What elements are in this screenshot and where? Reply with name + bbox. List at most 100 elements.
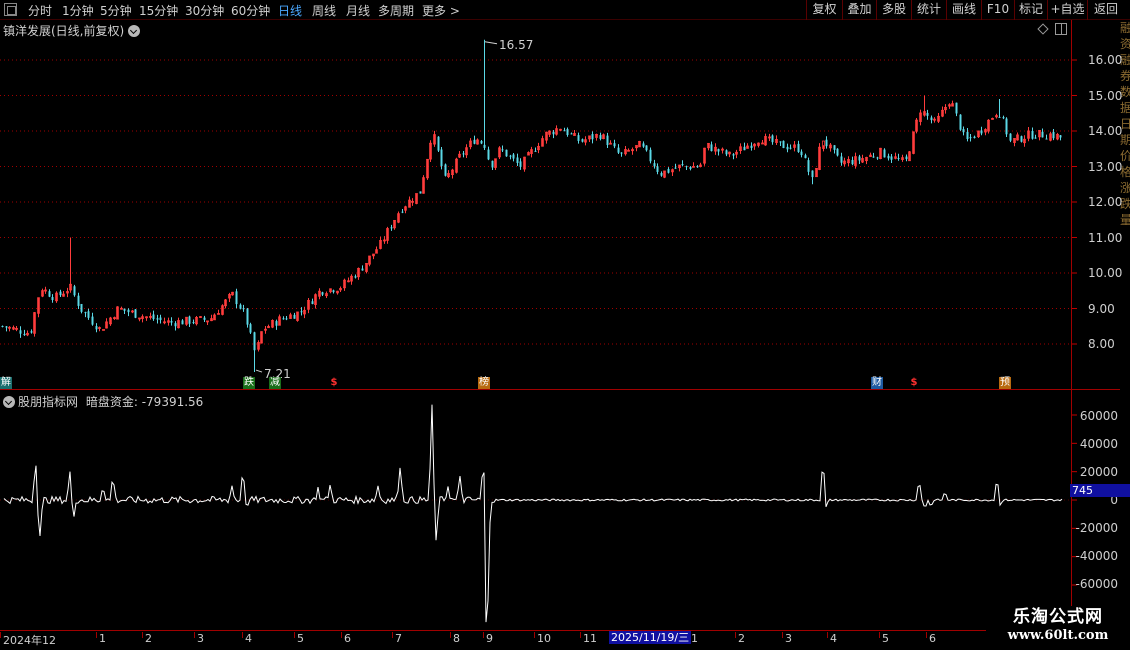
candle-body [84,312,87,314]
candle-body [1020,136,1023,142]
candle-body [969,137,972,139]
indicator-tick: 40000 [1079,437,1118,451]
candle-body [134,309,137,318]
candle-body [681,164,684,166]
indicator-tick: -60000 [1075,577,1118,591]
date-label: 2 [735,632,745,645]
candle-body [87,311,90,318]
candle-body [1045,138,1048,140]
candle-body [516,157,519,163]
candle-body [249,324,252,333]
candle-body [955,102,958,114]
candle-body [51,297,54,301]
candle-body [807,160,810,172]
candle-body [552,131,555,135]
candle-body [275,321,278,326]
candle-body [282,318,285,320]
date-label: 4 [242,632,252,645]
candle-body [966,131,969,140]
event-marker-drop[interactable]: 跌 [243,377,255,389]
candle-body [174,323,177,327]
candle-body [321,292,324,295]
candle-body [710,144,713,152]
candle-body [617,147,620,153]
price-tick: 10.00 [1088,266,1123,280]
candle-body [509,155,512,157]
candle-body [840,156,843,163]
event-marker-reduce[interactable]: 减 [269,377,281,389]
candle-body [883,149,886,158]
date-label: 7 [392,632,402,645]
candle-body [732,154,735,156]
candle-body [717,149,720,152]
candle-body [401,211,404,213]
chevron-down-icon[interactable] [3,396,15,408]
indicator-line [3,404,1063,623]
indicator-series [3,404,1063,623]
candle-body [905,156,908,160]
candlestick-series [1,39,1062,373]
price-axis-line [1071,20,1072,630]
candle-body [332,290,335,293]
candle-body [390,227,393,229]
candle-body [620,152,623,154]
candle-body [811,170,814,178]
candle-body [73,286,76,296]
event-marker-forecast[interactable]: 预 [999,377,1011,389]
event-marker-finance[interactable]: 财 [871,377,883,389]
date-label: 2024年12 [0,632,56,647]
candle-body [577,135,580,141]
indicator-title[interactable]: 股朋指标网 暗盘资金: -79391.56 [3,393,203,410]
candle-body [361,268,364,271]
candle-body [242,308,245,310]
date-label: 6 [341,632,351,645]
candle-body [253,332,256,351]
candle-body [613,143,616,147]
candle-body [599,135,602,139]
candle-body [930,117,933,121]
date-label: 1 [688,632,698,645]
candle-body [1,325,4,327]
candle-body [437,136,440,151]
event-marker-unlock[interactable]: 解 [0,377,12,389]
indicator-name: 暗盘资金: [85,395,138,409]
candle-body [887,155,890,159]
candle-body [501,149,504,151]
candle-body [127,309,130,313]
event-marker-dividend[interactable]: $ [328,377,340,389]
indicator-tick: 60000 [1079,409,1118,423]
candle-body [30,331,33,333]
candle-body [1059,135,1062,138]
candle-body [674,167,677,169]
event-marker-list[interactable]: 榜 [478,377,490,389]
candle-body [836,148,839,156]
candle-body [660,173,663,176]
candle-body [23,333,26,336]
candle-body [563,130,566,132]
candle-body [1041,131,1044,138]
candle-body [786,146,789,150]
candle-body [804,155,807,159]
candle-body [77,295,80,306]
candle-body [1052,131,1055,139]
candle-body [354,276,357,278]
candle-body [825,139,828,147]
indicator-value: -79391.56 [141,395,204,409]
candle-body [188,316,191,324]
date-label: 1 [96,632,106,645]
date-label: 5 [879,632,889,645]
candle-body [973,136,976,139]
candle-body [440,149,443,167]
candle-body [487,149,490,160]
price-tick: 14.00 [1088,124,1123,138]
candle-body [1034,137,1037,139]
candle-body [170,321,173,323]
candle-body [491,160,494,168]
candle-body [512,154,515,159]
candle-body [534,150,537,152]
candle-body [519,161,522,167]
watermark-title: 乐淘公式网 [1013,607,1103,627]
event-marker-dividend[interactable]: $ [908,377,920,389]
candle-body [159,317,162,321]
price-tick: 12.00 [1088,195,1123,209]
